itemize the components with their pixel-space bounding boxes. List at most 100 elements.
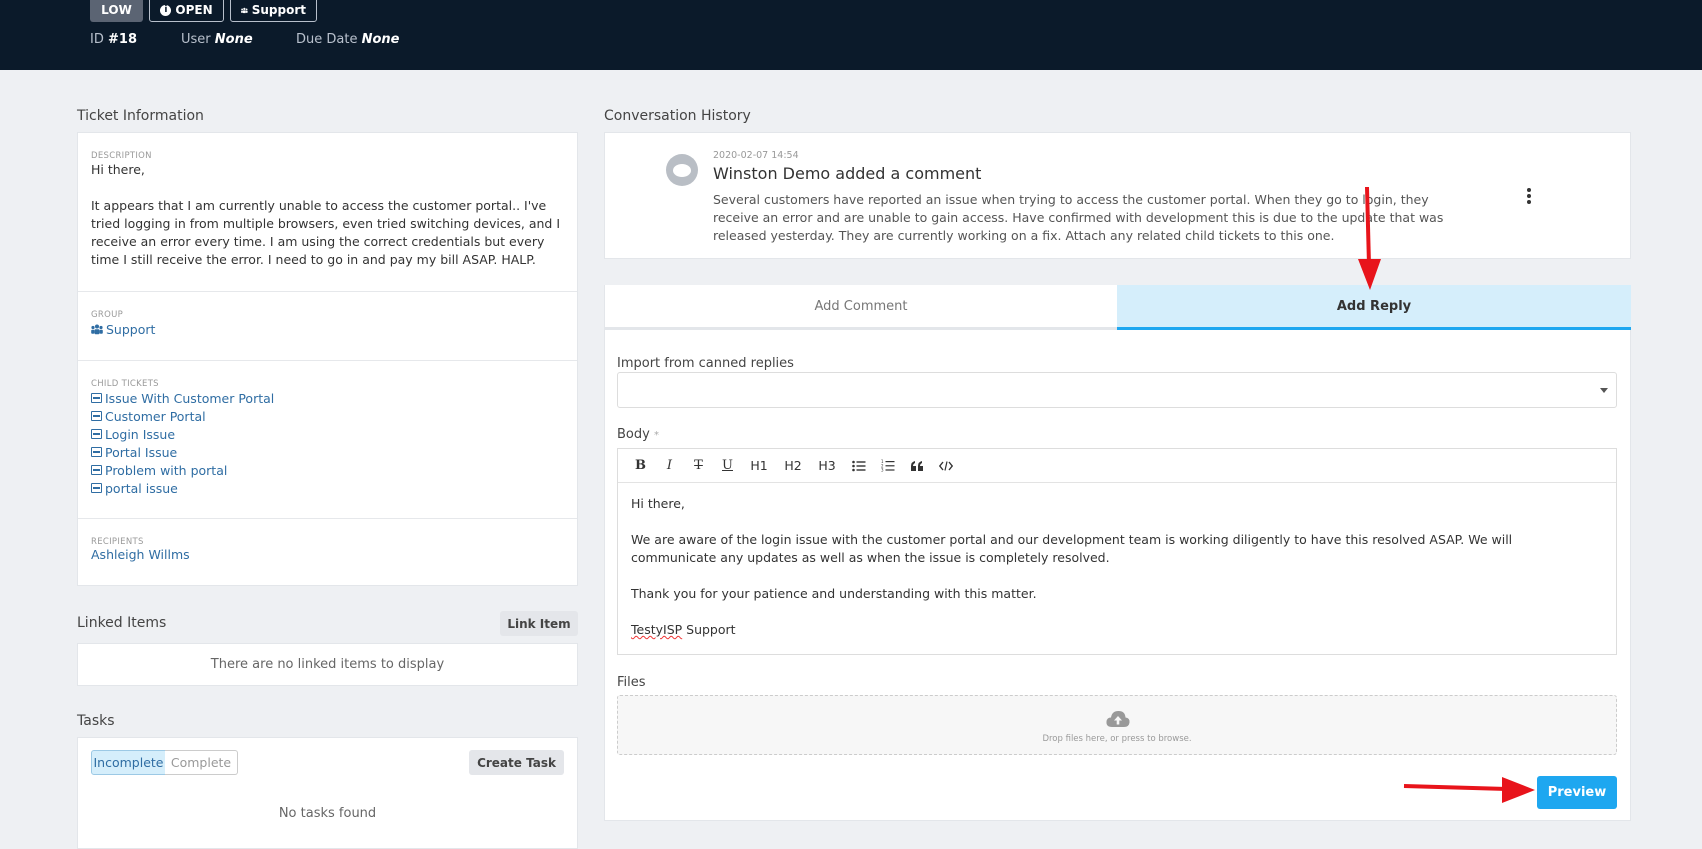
status-badge[interactable]: i OPEN [149, 0, 224, 22]
preview-button[interactable]: Preview [1537, 776, 1617, 809]
body-label: Body * [617, 427, 659, 442]
svg-text:3: 3 [881, 468, 884, 472]
recipients-field: RECIPIENTS Ashleigh Willms [91, 537, 564, 562]
comment-bubble-icon [666, 154, 698, 186]
tasks-empty: No tasks found [278, 806, 377, 821]
quote-icon[interactable] [902, 455, 931, 477]
ticket-icon [91, 411, 102, 421]
child-ticket-label: Issue With Customer Portal [105, 390, 275, 406]
underline-button[interactable]: U [713, 455, 742, 477]
ticket-user: User None [181, 32, 253, 47]
ticket-icon [91, 447, 102, 457]
group-link-label: Support [106, 321, 156, 337]
child-ticket-link[interactable]: Portal Issue [91, 443, 564, 461]
signature-rest: Support [682, 622, 736, 637]
child-ticket-link[interactable]: Customer Portal [91, 407, 564, 425]
heading2-button[interactable]: H2 [776, 455, 810, 477]
ticket-id: ID #18 [90, 32, 137, 47]
required-mark: * [653, 430, 659, 441]
divider [78, 518, 577, 519]
description-body: It appears that I am currently unable to… [91, 198, 561, 267]
child-ticket-label: Portal Issue [105, 444, 178, 460]
priority-badge: LOW [90, 0, 143, 22]
recipients-label: RECIPIENTS [91, 537, 144, 547]
ticket-user-label: User [181, 32, 211, 47]
filter-complete[interactable]: Complete [165, 750, 238, 775]
status-label: OPEN [175, 3, 213, 17]
child-tickets-field: CHILD TICKETS Issue With Customer Portal… [91, 379, 564, 497]
group-icon [91, 324, 103, 334]
ticket-due-date: Due Date None [296, 32, 399, 47]
child-ticket-label: Login Issue [105, 426, 176, 442]
child-ticket-link[interactable]: Issue With Customer Portal [91, 389, 564, 407]
italic-button[interactable]: I [655, 455, 684, 477]
chevron-down-icon [1600, 388, 1608, 393]
child-ticket-link[interactable]: portal issue [91, 479, 564, 497]
divider [78, 291, 577, 292]
linked-items-title: Linked Items [77, 615, 167, 631]
canned-replies-label: Import from canned replies [617, 356, 794, 371]
ticket-user-value: None [214, 32, 253, 47]
dropzone-text: Drop files here, or press to browse. [1042, 734, 1192, 744]
tab-add-comment[interactable]: Add Comment [605, 285, 1117, 330]
tasks-title: Tasks [77, 713, 115, 729]
ticket-due-value: None [361, 32, 400, 47]
ticket-information-card: DESCRIPTION Hi there, It appears that I … [77, 132, 578, 586]
ticket-icon [91, 465, 102, 475]
annotation-arrow-right-icon [1403, 777, 1535, 803]
strikethrough-button[interactable]: T [684, 455, 713, 477]
rich-text-editor[interactable]: B I T U H1 H2 H3 123 Hi there, We are aw… [617, 448, 1617, 655]
child-ticket-label: portal issue [105, 480, 178, 496]
divider [78, 360, 577, 361]
comment-date: 2020-02-07 14:54 [713, 150, 799, 161]
ticket-id-label: ID [90, 32, 104, 47]
file-dropzone[interactable]: Drop files here, or press to browse. [617, 695, 1617, 755]
description-field: DESCRIPTION Hi there, It appears that I … [91, 151, 564, 269]
linked-items-card: There are no linked items to display [77, 643, 578, 686]
bullet-list-icon[interactable] [844, 455, 873, 477]
group-link[interactable]: Support [91, 320, 564, 338]
heading3-button[interactable]: H3 [810, 455, 844, 477]
numbered-list-icon[interactable]: 123 [873, 455, 902, 477]
info-icon: i [160, 4, 172, 16]
linked-items-empty: There are no linked items to display [210, 657, 445, 672]
ticket-id-value: #18 [108, 32, 137, 47]
files-label: Files [617, 675, 646, 690]
child-ticket-label: Customer Portal [105, 408, 206, 424]
editor-content[interactable]: Hi there, We are aware of the login issu… [631, 495, 1596, 657]
child-tickets-label: CHILD TICKETS [91, 379, 159, 389]
editor-paragraph: Hi there, [631, 496, 685, 511]
group-field-label: GROUP [91, 310, 124, 320]
annotation-arrow-down-icon [1358, 186, 1381, 290]
cloud-upload-icon [1106, 711, 1130, 727]
ticket-due-label: Due Date [296, 32, 358, 47]
ticket-icon [91, 483, 102, 493]
comment-headline: Winston Demo added a comment [713, 164, 982, 183]
group-field: GROUP Support [91, 310, 564, 338]
ticket-icon [91, 393, 102, 403]
editor-paragraph: Thank you for your patience and understa… [631, 586, 1037, 601]
child-ticket-link[interactable]: Login Issue [91, 425, 564, 443]
more-options-icon[interactable] [1527, 188, 1531, 206]
body-label-text: Body [617, 427, 650, 442]
ticket-icon [91, 429, 102, 439]
heading1-button[interactable]: H1 [742, 455, 776, 477]
description-greeting: Hi there, [91, 162, 145, 177]
editor-signature: TestyISP Support [631, 621, 1596, 639]
group-label: Support [251, 3, 306, 17]
editor-toolbar: B I T U H1 H2 H3 123 [618, 449, 1616, 483]
filter-incomplete[interactable]: Incomplete [91, 750, 166, 775]
create-task-button[interactable]: Create Task [469, 750, 564, 775]
group-badge[interactable]: Support [230, 0, 317, 22]
ticket-header: LOW i OPEN Support ID #18 User None Due … [0, 0, 1702, 70]
child-ticket-link[interactable]: Problem with portal [91, 461, 564, 479]
link-item-button[interactable]: Link Item [500, 611, 578, 636]
recipient-link[interactable]: Ashleigh Willms [91, 547, 564, 562]
bold-button[interactable]: B [626, 455, 655, 477]
code-icon[interactable] [931, 455, 960, 477]
signature-brand: TestyISP [631, 622, 683, 637]
canned-replies-select[interactable] [617, 372, 1617, 408]
child-ticket-label: Problem with portal [105, 462, 228, 478]
description-label: DESCRIPTION [91, 151, 152, 161]
ticket-information-title: Ticket Information [77, 108, 204, 124]
